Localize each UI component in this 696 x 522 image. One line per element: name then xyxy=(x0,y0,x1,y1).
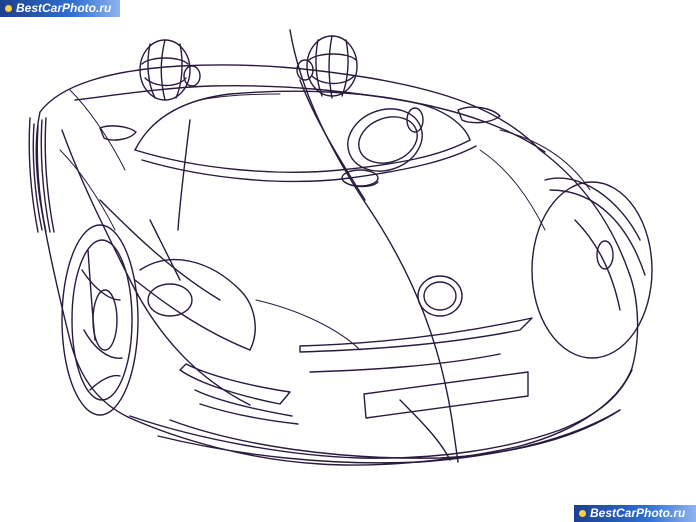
watermark-text: BestCarPhoto.ru xyxy=(590,506,686,520)
headlight-right xyxy=(531,177,653,359)
photo-canvas: BestCarPhoto.ru BestCarPhoto.ru xyxy=(0,0,696,522)
logo-bullet-icon xyxy=(5,5,12,12)
windshield xyxy=(134,90,477,183)
watermark-bottom-right: BestCarPhoto.ru xyxy=(574,505,696,522)
watermark-text: BestCarPhoto.ru xyxy=(16,1,112,15)
front-splitter xyxy=(169,399,621,461)
mirror-left xyxy=(99,125,137,141)
logo-bullet-icon xyxy=(579,510,586,517)
front-intake-left xyxy=(179,363,299,425)
wheel-left xyxy=(61,224,139,416)
car-sketch-illustration xyxy=(28,29,653,466)
license-plate xyxy=(363,371,529,419)
headlight-left xyxy=(99,199,256,351)
body-outline xyxy=(35,64,639,466)
side-vents xyxy=(28,117,55,233)
sketch-strokes xyxy=(59,89,591,351)
front-intake-center xyxy=(299,317,533,373)
watermark-top-left: BestCarPhoto.ru xyxy=(0,0,120,17)
